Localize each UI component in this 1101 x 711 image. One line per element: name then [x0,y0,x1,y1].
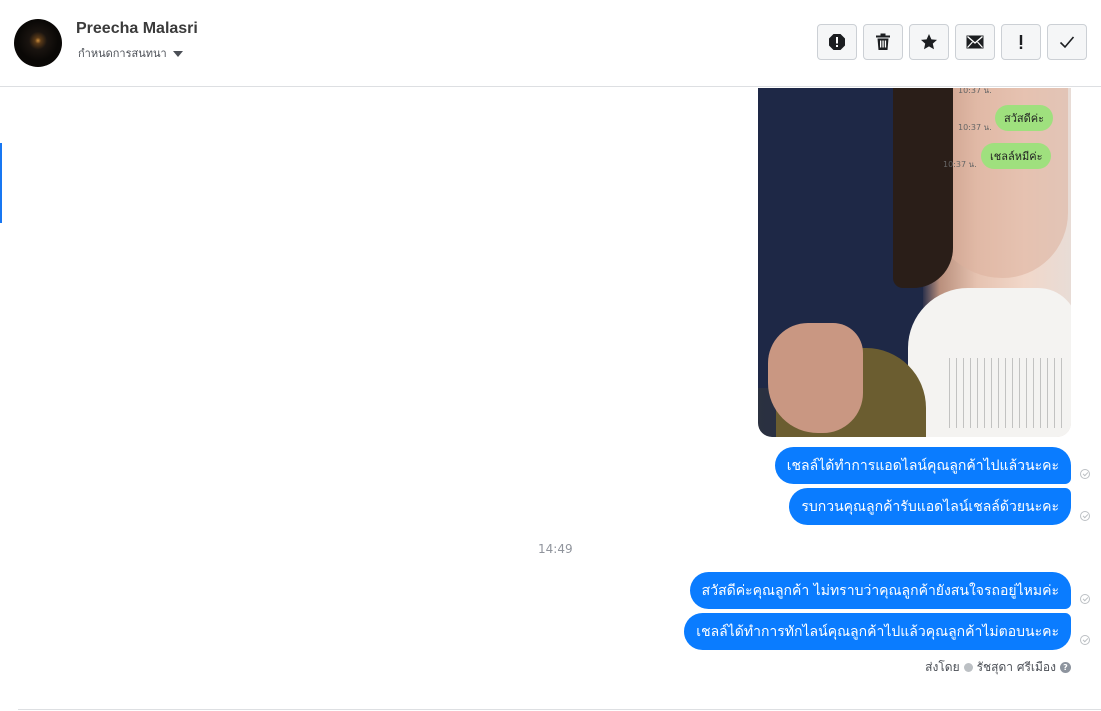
help-icon[interactable]: ? [1060,662,1071,673]
spam-button[interactable] [1001,24,1041,60]
delete-button[interactable] [863,24,903,60]
toolbar [817,24,1087,60]
check-icon [1059,36,1075,49]
composer-divider [18,709,1101,710]
exclamation-icon [1019,35,1023,49]
sent-by-label: ส่งโดย [925,660,960,674]
sent-by-line: ส่งโดย รัชสุดา ศรีเมือง ? [925,658,1071,677]
photo-overlay-time: 10:37 น. [958,123,992,132]
report-button[interactable] [817,24,857,60]
conversation-options-dropdown[interactable]: กำหนดการสนทนา [78,44,183,62]
conversation-header: Preecha Malasri กำหนดการสนทนา [0,0,1101,87]
photo-hand-region [768,323,863,433]
sent-by-name[interactable]: รัชสุดา ศรีเมือง [977,658,1056,677]
conversation-options-label: กำหนดการสนทนา [78,47,167,60]
caret-down-icon [172,50,183,57]
active-thread-indicator [0,143,2,223]
message-timestamp: 14:49 [538,542,573,556]
photo-shirt-print [943,358,1063,428]
message-bubble[interactable]: เชลล์ได้ทำการทักไลน์คุณลูกค้าไปแล้วคุณลู… [684,613,1071,650]
report-icon [829,34,845,50]
photo-overlay-bubble: เชลล์หมีค่ะ [981,143,1052,169]
mail-icon [966,35,984,49]
sent-check-icon [1080,635,1090,645]
avatar[interactable] [14,19,62,67]
shared-photo[interactable]: 10:37 น. 10:37 น. สวัสดีค่ะ 10:37 น. เชล… [758,88,1071,437]
contact-name[interactable]: Preecha Malasri [76,20,198,38]
message-bubble[interactable]: รบกวนคุณลูกค้ารับแอดไลน์เชลล์ด้วยนะคะ [789,488,1071,525]
sent-check-icon [1080,511,1090,521]
trash-icon [876,33,890,50]
star-icon [921,34,937,50]
photo-overlay-time: 10:37 น. [958,88,992,95]
sent-check-icon [1080,469,1090,479]
message-bubble[interactable]: สวัสดีค่ะคุณลูกค้า ไม่ทราบว่าคุณลูกค้ายั… [689,572,1071,609]
photo-hair-region [893,88,953,288]
done-button[interactable] [1047,24,1087,60]
photo-overlay-bubble: สวัสดีค่ะ [995,105,1054,131]
agent-avatar-icon [963,663,973,672]
photo-overlay-time: 10:37 น. [943,160,977,169]
sent-check-icon [1080,594,1090,604]
star-button[interactable] [909,24,949,60]
mark-unread-button[interactable] [955,24,995,60]
message-bubble[interactable]: เชลล์ได้ทำการแอดไลน์คุณลูกค้าไปแล้วนะคะ [774,447,1071,484]
